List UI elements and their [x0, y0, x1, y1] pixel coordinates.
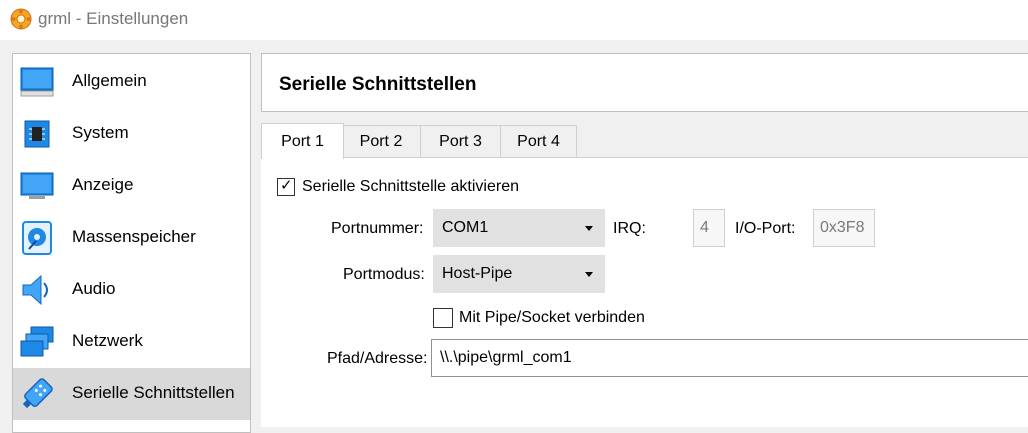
io-port-label: I/O-Port: [735, 220, 796, 237]
disk-icon [22, 221, 52, 255]
virtualbox-gear-icon [10, 8, 32, 30]
chevron-down-icon [585, 272, 593, 277]
enable-serial-checkbox[interactable]: ✓ [277, 177, 295, 196]
port-mode-label: Portmodus: [343, 266, 425, 283]
sidebar-item-audio[interactable]: Audio [13, 264, 250, 316]
port-number-select[interactable]: COM1 [433, 209, 605, 247]
tab-port-1[interactable]: Port 1 [261, 123, 344, 159]
io-port-field[interactable]: 0x3F8 [813, 209, 875, 247]
path-input[interactable]: \\.\pipe\grml_com1 [431, 339, 1028, 377]
serial-port-icon [22, 378, 53, 409]
network-icon [20, 326, 54, 357]
connect-pipe-label: Mit Pipe/Socket verbinden [459, 309, 645, 326]
chip-icon [24, 120, 50, 148]
sidebar-item-netzwerk[interactable]: Netzwerk [13, 316, 250, 368]
title-bar: grml - Einstellungen [0, 0, 1028, 40]
tab-port-3[interactable]: Port 3 [420, 125, 501, 157]
chevron-down-icon [585, 226, 593, 231]
port-number-label: Portnummer: [331, 220, 424, 237]
speaker-icon [22, 274, 48, 306]
sidebar-item-anzeige[interactable]: Anzeige [13, 160, 250, 212]
display-icon [20, 172, 54, 199]
monitor-general-icon [20, 67, 54, 97]
checkmark-icon: ✓ [280, 177, 293, 194]
tab-port-2[interactable]: Port 2 [341, 125, 421, 157]
port-mode-select[interactable]: Host-Pipe [433, 255, 605, 293]
window-title: grml - Einstellungen [38, 9, 189, 28]
page-header: Serielle Schnittstellen [261, 53, 1028, 112]
tab-panel [261, 157, 1028, 427]
enable-serial-label: Serielle Schnittstelle aktivieren [302, 178, 519, 195]
sidebar-item-allgemein[interactable]: Allgemein [13, 56, 250, 108]
irq-label: IRQ: [613, 220, 646, 237]
irq-field[interactable]: 4 [693, 209, 725, 247]
sidebar-item-massenspeicher[interactable]: Massenspeicher [13, 212, 250, 264]
path-label: Pfad/Adresse: [327, 350, 428, 367]
settings-sidebar: Allgemein System Anzeige Massenspeicher [12, 53, 251, 433]
sidebar-item-system[interactable]: System [13, 108, 250, 160]
connect-pipe-checkbox[interactable] [433, 308, 453, 328]
tab-port-4[interactable]: Port 4 [500, 125, 577, 157]
sidebar-item-serielle-schnittstellen[interactable]: Serielle Schnittstellen [13, 368, 250, 420]
page-title: Serielle Schnittstellen [279, 74, 477, 95]
